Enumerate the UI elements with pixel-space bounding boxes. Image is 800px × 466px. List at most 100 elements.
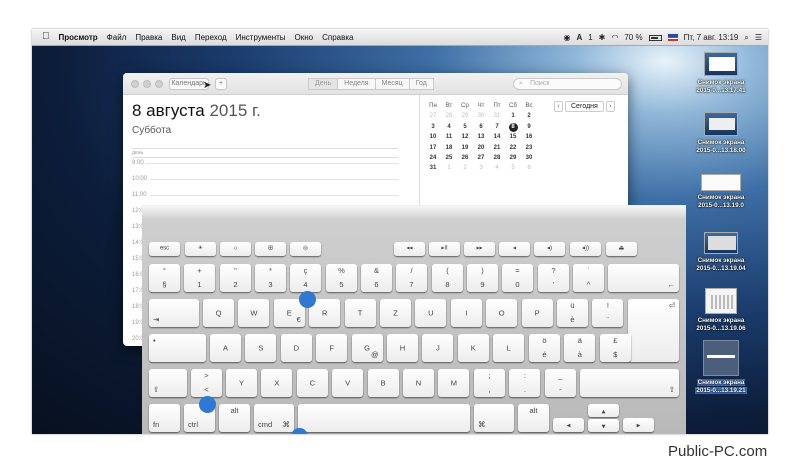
key-digit[interactable]: ? ' <box>538 264 569 292</box>
mini-month-day[interactable]: 5 <box>505 163 521 173</box>
key-arrow-left[interactable]: ◂ <box>553 418 584 432</box>
menu-window[interactable]: Окно <box>295 33 314 42</box>
window-minimize-button[interactable] <box>143 80 151 88</box>
mini-month-day[interactable]: 17 <box>425 143 441 153</box>
key-letter[interactable]: > < <box>191 369 222 397</box>
mini-month-day[interactable]: 10 <box>425 132 441 142</box>
desktop-file-icon[interactable]: Снимок экрана 2015-0...13.18.00 <box>686 112 756 155</box>
adobe-icon[interactable]: A <box>576 33 582 42</box>
mini-month-day[interactable]: 1 <box>441 163 457 173</box>
mini-month-day[interactable]: 11 <box>441 132 457 142</box>
add-event-button[interactable]: + <box>215 78 227 90</box>
key-brightness-down[interactable]: ☀ <box>185 242 216 256</box>
mini-month-day[interactable]: 27 <box>425 111 441 121</box>
today-button[interactable]: Сегодня <box>565 101 604 112</box>
mini-month-day[interactable]: 29 <box>457 111 473 121</box>
wifi-icon[interactable]: ◠ <box>611 33 618 42</box>
key-letter[interactable]: L <box>493 334 525 362</box>
key-eject[interactable]: ⏏ <box>606 242 637 256</box>
mini-month-day[interactable]: 27 <box>473 153 489 163</box>
key-digit[interactable]: * 3 <box>255 264 286 292</box>
menu-edit[interactable]: Правка <box>135 33 162 42</box>
mini-month-day[interactable]: 31 <box>425 163 441 173</box>
search-icon[interactable]: ⌕ <box>744 33 748 43</box>
key-caps-lock[interactable]: • <box>149 334 206 362</box>
key-letter[interactable]: W <box>238 299 270 327</box>
key-letter[interactable]: G @ <box>351 334 383 362</box>
mini-month-day[interactable]: 18 <box>441 143 457 153</box>
key-letter[interactable]: D <box>280 334 312 362</box>
mini-month-day[interactable]: 6 <box>521 163 537 173</box>
mini-month-day[interactable]: 30 <box>473 111 489 121</box>
key-letter[interactable]: ;, <box>474 369 505 397</box>
key-digit[interactable]: % 5 <box>326 264 357 292</box>
key-arrow-up[interactable]: ▴ <box>588 404 619 417</box>
key-letter[interactable]: Q <box>203 299 234 327</box>
mini-month-day[interactable]: 6 <box>473 122 489 132</box>
key-command-right[interactable]: ⌘ <box>474 404 514 432</box>
mini-month-day[interactable]: 28 <box>441 111 457 121</box>
mini-month-day[interactable]: 13 <box>473 132 489 142</box>
menu-app-name[interactable]: Просмотр <box>59 33 98 42</box>
key-letter[interactable]: K <box>457 334 489 362</box>
key-dashboard[interactable]: ◎ <box>290 242 321 256</box>
key-letter[interactable]: £ $ <box>599 334 631 362</box>
key-mission-control[interactable]: ⊞ <box>255 242 286 256</box>
key-digit[interactable]: ç4 <box>290 264 321 292</box>
key-option-right[interactable]: alt <box>518 404 549 432</box>
desktop-file-icon-selected[interactable]: Снимок экрана 2015-0...13.19.21 <box>686 340 756 395</box>
mini-month-day[interactable]: 3 <box>425 122 441 132</box>
mini-month-day[interactable]: 31 <box>489 111 505 121</box>
key-letter[interactable]: Y <box>226 369 257 397</box>
mini-month-day[interactable]: 29 <box>505 153 521 163</box>
record-icon[interactable]: ◉ <box>563 33 570 42</box>
desktop-file-icon[interactable]: Снимок экрана 2015-0...13.17.41 <box>686 52 756 95</box>
mini-month-day[interactable]: 30 <box>521 153 537 163</box>
mini-month-day[interactable]: 4 <box>441 122 457 132</box>
battery-icon[interactable] <box>648 34 662 41</box>
hour-line[interactable]: 9:00 <box>132 160 398 170</box>
desktop-file-icon[interactable]: Снимок экрана 2015-0...13.19.04 <box>686 232 756 273</box>
mini-month-day[interactable]: 23 <box>521 143 537 153</box>
flag-icon[interactable] <box>667 34 678 41</box>
mini-month-day[interactable]: 26 <box>457 153 473 163</box>
window-close-button[interactable] <box>131 80 139 88</box>
key-digit[interactable]: ) 9 <box>467 264 498 292</box>
key-space[interactable] <box>298 404 470 432</box>
key-tab[interactable]: ⇥ <box>149 299 199 327</box>
bluetooth-icon[interactable]: ✱ <box>599 33 606 42</box>
key-letter[interactable]: S <box>245 334 277 362</box>
key-fast-forward[interactable]: ▸▸ <box>464 242 495 256</box>
mini-month-day[interactable]: 5 <box>457 122 473 132</box>
view-month-tab[interactable]: Месяц <box>375 78 410 90</box>
view-day-tab[interactable]: День <box>308 78 339 90</box>
mini-month-day[interactable]: 25 <box>441 153 457 163</box>
key-letter[interactable]: P <box>521 299 553 327</box>
mini-month-day[interactable]: 8 <box>505 122 521 132</box>
desktop-file-icon[interactable]: Снимок экрана 2015-0...13.19.06 <box>686 288 756 333</box>
hour-line[interactable]: 11:00 <box>132 192 398 202</box>
battery-percent[interactable]: 70 % <box>624 33 642 42</box>
key-digit[interactable]: " 2 <box>220 264 251 292</box>
key-mute[interactable]: ◂ <box>499 242 530 256</box>
input-source-indicator[interactable]: 1 <box>588 33 592 42</box>
menu-go[interactable]: Переход <box>195 33 227 42</box>
key-letter[interactable]: H <box>387 334 418 362</box>
key-digit[interactable]: +1 <box>184 264 215 292</box>
mini-month-day[interactable]: 2 <box>521 111 537 121</box>
key-rewind[interactable]: ◂◂ <box>394 242 425 256</box>
menu-tools[interactable]: Инструменты <box>236 33 286 42</box>
key-esc[interactable]: esc <box>149 242 180 256</box>
key-letter[interactable]: J <box>422 334 454 362</box>
key-letter[interactable]: I <box>450 299 482 327</box>
key-digit[interactable]: (8 <box>432 264 463 292</box>
key-letter[interactable]: üè <box>557 299 588 327</box>
key-digit[interactable]: ` ^ <box>573 264 604 292</box>
key-digit[interactable]: = 0 <box>502 264 533 292</box>
mini-month-day[interactable]: 2 <box>457 163 473 173</box>
mini-month-day[interactable]: 24 <box>425 153 441 163</box>
mini-month-day[interactable]: 7 <box>489 122 505 132</box>
key-letter[interactable]: C <box>296 369 328 397</box>
key-letter[interactable]: ! ¨ <box>592 299 624 327</box>
key-letter[interactable]: äà <box>564 334 596 362</box>
